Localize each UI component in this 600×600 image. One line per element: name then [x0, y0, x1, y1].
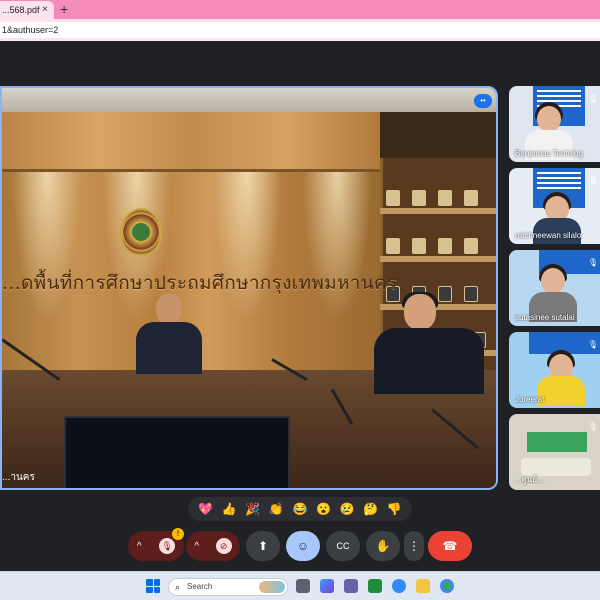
slide-text-lines	[537, 172, 581, 174]
participant-name: ratchneewan silalo	[515, 231, 582, 240]
mic-off-icon: 🎙	[587, 258, 598, 267]
participant-tile[interactable]: 🎙 Benjamas Tanteing	[509, 86, 600, 162]
browser-tab[interactable]: ...568.pdf ×	[0, 1, 54, 19]
participant-tile[interactable]: 🎙 ratchneewan silalo	[509, 168, 600, 244]
participant-name: ...ศูนย์...	[515, 475, 544, 484]
store-icon[interactable]	[368, 579, 382, 593]
participant-face	[537, 106, 561, 132]
mic-off-icon: 🎙	[587, 94, 598, 103]
browser-icon[interactable]	[440, 579, 454, 593]
tv-monitor	[64, 416, 290, 488]
copilot-icon[interactable]	[320, 579, 334, 593]
end-call-icon: ☎	[442, 539, 458, 553]
participant-tile[interactable]: 🎙 sutasinee sutalai	[509, 250, 600, 326]
present-screen-button[interactable]: ⬆	[246, 531, 280, 561]
participant-name: Jureerat	[515, 395, 545, 404]
seated-person-head	[404, 294, 436, 330]
wall-light	[302, 172, 372, 322]
seated-person-body	[374, 328, 484, 394]
captions-button[interactable]: CC	[326, 531, 360, 561]
trophy	[386, 238, 400, 254]
wall-panel	[2, 112, 380, 172]
participant-name: Benjamas Tanteing	[515, 149, 583, 158]
office-emblem	[120, 208, 162, 256]
speaker-head	[156, 294, 182, 324]
participant-tile[interactable]: 🎙 ...ศูนย์...	[509, 414, 600, 490]
participant-name: sutasinee sutalai	[515, 313, 575, 322]
camera-off-icon[interactable]: ⊘	[215, 538, 232, 554]
main-video-tile[interactable]: ...ดพื้นที่การศึกษาประถมศึกษากรุงเทพมหาน…	[0, 86, 498, 490]
trophy	[464, 238, 478, 254]
speaker-person	[132, 294, 204, 374]
leave-call-button[interactable]: ☎	[428, 531, 472, 561]
seated-person	[374, 292, 484, 394]
task-view-icon[interactable]	[296, 579, 310, 593]
reaction-thumbs-up[interactable]: 👍	[220, 503, 238, 515]
taskbar-search-box[interactable]: ⌕ Search	[168, 578, 288, 596]
search-icon: ⌕	[175, 582, 181, 592]
meeting-controls: ^ 🎙 ^ ⊘ ⬆ ☺ CC ✋ ⋮ ☎	[0, 531, 600, 563]
mic-off-icon: 🎙	[587, 176, 598, 185]
zoom-icon[interactable]	[392, 579, 406, 593]
search-highlight-image	[259, 581, 285, 593]
ceiling	[2, 88, 496, 112]
hand-icon: ✋	[375, 539, 391, 553]
slide-text-lines	[537, 90, 581, 92]
emoji-icon: ☺	[296, 539, 310, 553]
main-video-label: ...านคร	[2, 472, 35, 483]
raise-hand-button[interactable]: ✋	[366, 531, 400, 561]
wall-light	[12, 172, 82, 322]
shelf-board	[380, 208, 496, 214]
more-options-button[interactable]: ⋮	[404, 531, 424, 561]
mic-options-chevron-icon[interactable]: ^	[137, 541, 142, 552]
more-options-icon[interactable]: ••	[474, 94, 492, 108]
windows-taskbar: ⌕ Search	[0, 571, 600, 600]
room-screen	[527, 432, 587, 452]
trophy	[464, 190, 478, 206]
reaction-thumbs-down[interactable]: 👎	[385, 503, 403, 515]
camera-options-chevron-icon[interactable]: ^	[194, 541, 199, 552]
address-bar-area: 1&authuser=2	[0, 19, 600, 41]
reaction-surprised[interactable]: 😮	[315, 503, 333, 515]
close-tab-icon[interactable]: ×	[42, 4, 48, 16]
more-vert-icon: ⋮	[408, 539, 420, 553]
participant-face	[541, 268, 565, 294]
warning-badge-icon: !	[172, 528, 184, 540]
captions-icon: CC	[336, 541, 350, 551]
camera-toggle-group[interactable]: ^ ⊘	[186, 531, 240, 561]
reaction-heart[interactable]: 💖	[197, 503, 215, 515]
reaction-laugh[interactable]: 😂	[291, 503, 309, 515]
reaction-sad[interactable]: 😢	[338, 503, 356, 515]
search-label: Search	[187, 582, 213, 591]
send-reaction-button[interactable]: ☺	[286, 531, 320, 561]
new-tab-button[interactable]: +	[60, 1, 68, 17]
mic-off-icon: 🎙	[587, 340, 598, 349]
mic-off-icon: 🎙	[587, 422, 598, 431]
reaction-bar: 💖 👍 🎉 👏 😂 😮 😢 🤔 👎	[188, 497, 412, 521]
shelf-board	[380, 256, 496, 262]
trophy	[438, 238, 452, 254]
reaction-thinking[interactable]: 🤔	[362, 503, 380, 515]
windows-start-icon[interactable]	[146, 579, 160, 593]
speaker-body	[136, 322, 202, 374]
trophy	[412, 190, 426, 206]
reaction-party[interactable]: 🎉	[244, 503, 262, 515]
trophy	[386, 190, 400, 206]
tab-title: ...568.pdf	[2, 5, 40, 15]
address-input[interactable]: 1&authuser=2	[0, 22, 600, 38]
wall-light	[212, 172, 282, 322]
mic-off-icon[interactable]: 🎙	[159, 538, 176, 554]
trophy	[438, 190, 452, 206]
file-explorer-icon[interactable]	[416, 579, 430, 593]
teams-icon[interactable]	[344, 579, 358, 593]
participant-tile[interactable]: 🎙 Jureerat	[509, 332, 600, 408]
browser-tab-strip: ...568.pdf × +	[0, 0, 600, 19]
present-icon: ⬆	[257, 539, 269, 553]
reaction-clap[interactable]: 👏	[267, 503, 285, 515]
trophy	[412, 238, 426, 254]
